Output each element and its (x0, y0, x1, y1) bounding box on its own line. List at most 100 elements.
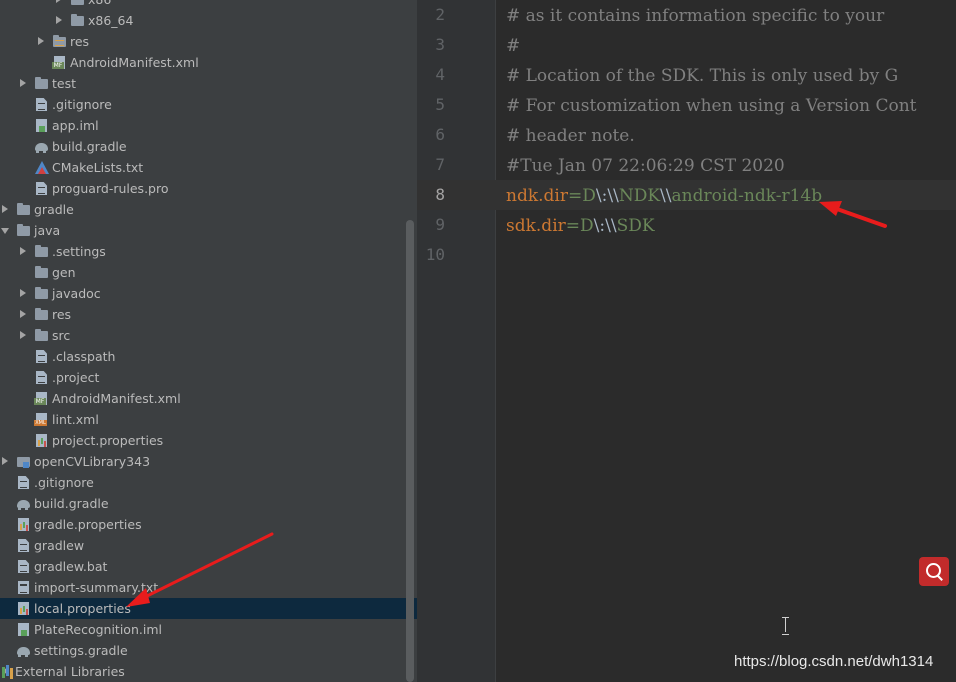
tree-item[interactable]: .settings (0, 241, 417, 262)
file-icon (34, 181, 49, 196)
tree-item[interactable]: javadoc (0, 283, 417, 304)
tree-item[interactable]: build.gradle (0, 493, 417, 514)
tree-item[interactable]: gradlew.bat (0, 556, 417, 577)
tree-item[interactable]: import-summary.txt (0, 577, 417, 598)
folder-icon (34, 244, 49, 259)
tree-item-label: .gitignore (52, 97, 112, 112)
chevron-down-icon[interactable] (1, 220, 11, 241)
tree-item-label: x86_64 (88, 13, 134, 28)
manifest-icon (34, 391, 49, 406)
tree-item-label: AndroidManifest.xml (52, 391, 181, 406)
tree-item-label: java (34, 223, 61, 238)
tree-item-label: src (52, 328, 71, 343)
gradle-icon (34, 139, 49, 154)
tree-item[interactable]: openCVLibrary343 (0, 451, 417, 472)
tree-item[interactable]: gradle.properties (0, 514, 417, 535)
txt-icon (16, 580, 31, 595)
tree-item[interactable]: gradlew (0, 535, 417, 556)
chevron-right-icon[interactable] (19, 325, 29, 346)
tree-item[interactable]: res (0, 304, 417, 325)
tree-item[interactable]: local.properties (0, 598, 417, 619)
properties-icon (16, 517, 31, 532)
file-icon (16, 559, 31, 574)
tree-item[interactable]: x86 (0, 0, 417, 10)
line-number: 8 (435, 185, 445, 204)
tree-item[interactable]: AndroidManifest.xml (0, 52, 417, 73)
line-number: 2 (435, 5, 445, 24)
tree-item[interactable]: .project (0, 367, 417, 388)
tree-item-label: build.gradle (52, 139, 127, 154)
line-number: 9 (435, 215, 445, 234)
folder-icon (16, 223, 31, 238)
code-line-2[interactable]: # as it contains information specific to… (506, 1, 884, 31)
tree-item[interactable]: proguard-rules.pro (0, 178, 417, 199)
folder-icon (34, 265, 49, 280)
tree-item-label: javadoc (52, 286, 101, 301)
tree-item-label: res (52, 307, 72, 322)
folder-icon (34, 76, 49, 91)
property-value-folder: SDK (616, 216, 655, 236)
chevron-right-icon[interactable] (19, 241, 29, 262)
tree-item[interactable]: .gitignore (0, 472, 417, 493)
tree-item[interactable]: lint.xml (0, 409, 417, 430)
file-icon (34, 349, 49, 364)
gradle-icon (16, 496, 31, 511)
tree-item-label: settings.gradle (34, 643, 128, 658)
chevron-right-icon[interactable] (1, 199, 11, 220)
folder-icon (34, 307, 49, 322)
property-key: ndk.dir (506, 186, 568, 206)
code-line-6[interactable]: # header note. (506, 121, 635, 151)
tree-item[interactable]: app.iml (0, 115, 417, 136)
tree-item[interactable]: project.properties (0, 430, 417, 451)
tree-item[interactable]: src (0, 325, 417, 346)
tree-item[interactable]: test (0, 73, 417, 94)
chevron-right-icon[interactable] (55, 10, 65, 31)
code-line-3[interactable]: # (506, 31, 520, 61)
tree-item[interactable]: PlateRecognition.iml (0, 619, 417, 640)
tree-item[interactable]: External Libraries (0, 661, 417, 682)
tree-item[interactable]: gradle (0, 199, 417, 220)
chevron-right-icon[interactable] (55, 0, 65, 10)
folder-icon (34, 286, 49, 301)
code-line-8[interactable]: ndk.dir=D\:\\NDK\\android-ndk-r14b (506, 181, 822, 211)
folder-icon (70, 0, 85, 7)
tree-item-label: gradlew (34, 538, 85, 553)
properties-icon (16, 601, 31, 616)
tree-item-label: x86 (88, 0, 111, 10)
tree-item[interactable]: build.gradle (0, 136, 417, 157)
watermark: https://blog.csdn.net/dwh1314 (734, 653, 934, 670)
code-line-5[interactable]: # For customization when using a Version… (506, 91, 917, 121)
escape-sequence: \: (593, 216, 606, 236)
code-line-9[interactable]: sdk.dir=D\:\\SDK (506, 211, 655, 241)
tree-item[interactable]: AndroidManifest.xml (0, 388, 417, 409)
tree-item-label: openCVLibrary343 (34, 454, 151, 469)
tree-item[interactable]: res (0, 31, 417, 52)
code-line-4[interactable]: # Location of the SDK. This is only used… (506, 61, 898, 91)
chevron-right-icon[interactable] (19, 73, 29, 94)
tree-item[interactable]: x86_64 (0, 10, 417, 31)
tree-item[interactable]: .classpath (0, 346, 417, 367)
tree-item-label: test (52, 76, 77, 91)
line-number: 3 (435, 35, 445, 54)
property-separator: = (565, 216, 581, 236)
tree-item[interactable]: gen (0, 262, 417, 283)
chevron-right-icon[interactable] (37, 31, 47, 52)
property-value-drive: D (580, 216, 594, 236)
tree-item-label: local.properties (34, 601, 131, 616)
chevron-right-icon[interactable] (1, 451, 11, 472)
tree-item[interactable]: .gitignore (0, 94, 417, 115)
file-icon (34, 97, 49, 112)
file-icon (34, 370, 49, 385)
tree-item[interactable]: java (0, 220, 417, 241)
chevron-right-icon[interactable] (19, 304, 29, 325)
tree-item[interactable]: CMakeLists.txt (0, 157, 417, 178)
manifest-icon (52, 55, 67, 70)
code-line-7[interactable]: #Tue Jan 07 22:06:29 CST 2020 (506, 151, 785, 181)
tree-item-label: res (70, 34, 90, 49)
file-icon (16, 475, 31, 490)
line-number: 7 (435, 155, 445, 174)
chevron-right-icon[interactable] (19, 283, 29, 304)
tree-item[interactable]: settings.gradle (0, 640, 417, 661)
tree-scrollbar[interactable] (406, 220, 414, 682)
search-icon[interactable] (919, 557, 949, 586)
